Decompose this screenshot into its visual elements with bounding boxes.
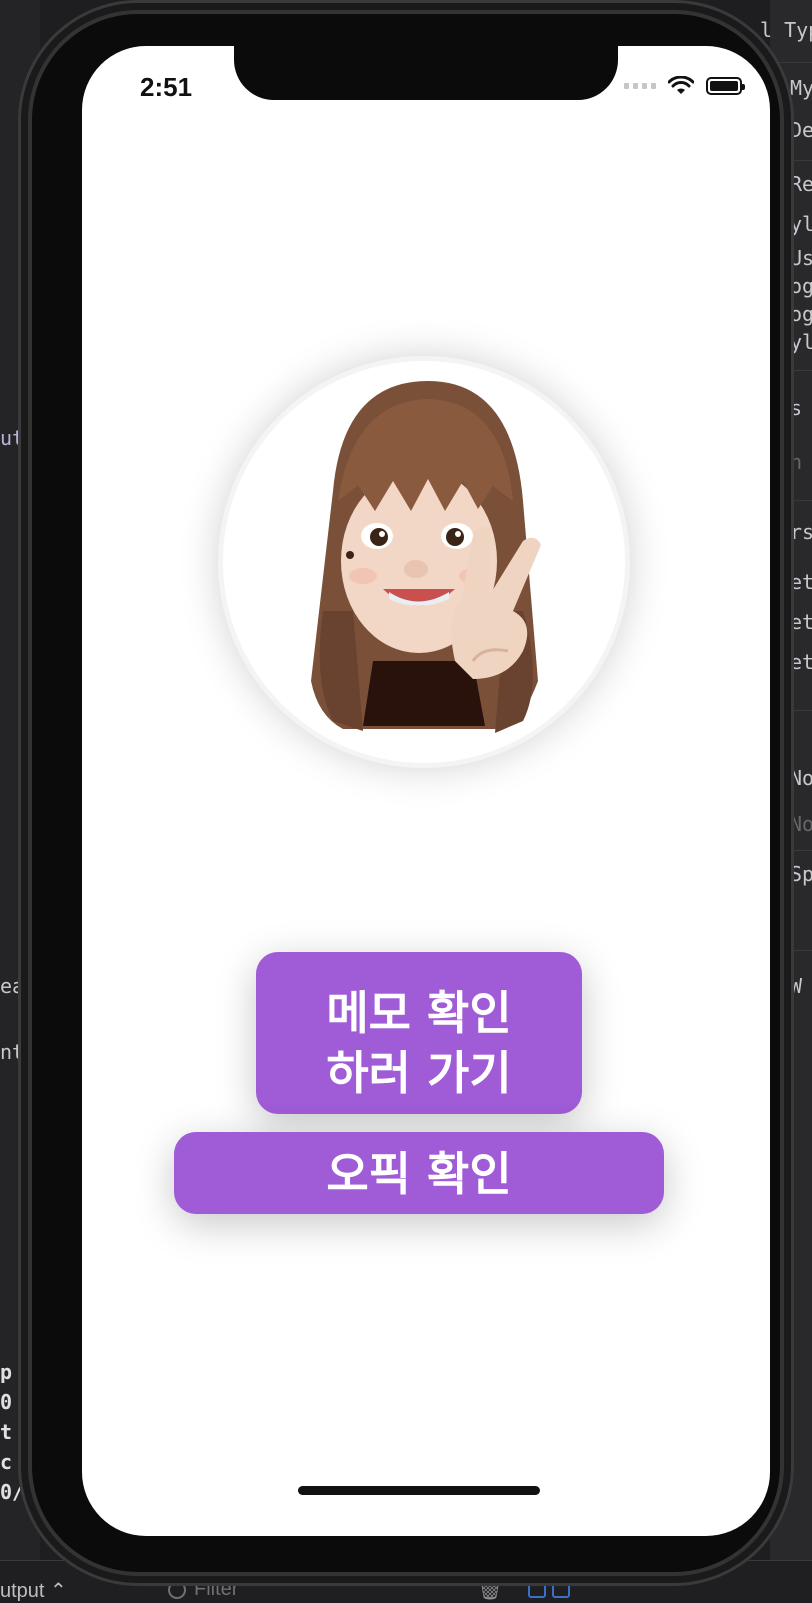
status-time: 2:51: [140, 72, 193, 102]
memoji-avatar: [218, 356, 630, 768]
wifi-icon: [668, 76, 694, 94]
bg-fragment: My: [790, 76, 812, 100]
memo-button-line1: 메모 확인: [326, 985, 512, 1040]
notch: [234, 46, 618, 100]
bg-fragment: 0: [0, 1390, 13, 1414]
opic-check-button[interactable]: 오픽 확인: [174, 1132, 664, 1214]
iphone-frame: 2:51 메모 확인 하러 가기 오픽 확인: [18, 0, 794, 1586]
memo-button-line2: 하러 가기: [326, 1045, 512, 1100]
signal-icon: [624, 83, 656, 89]
memo-check-button[interactable]: 메모 확인 하러 가기: [256, 952, 582, 1114]
bg-fragment: p: [0, 1360, 13, 1384]
bg-fragment: l Typ: [760, 18, 812, 42]
app-screen: 2:51 메모 확인 하러 가기 오픽 확인: [82, 46, 770, 1536]
battery-icon: [706, 77, 745, 95]
memoji-image: [311, 381, 541, 733]
output-selector[interactable]: utput ⌃: [0, 1578, 67, 1603]
status-icons: [624, 76, 745, 96]
bg-fragment: c: [0, 1450, 13, 1474]
bg-fragment: t: [0, 1420, 13, 1444]
home-indicator[interactable]: [298, 1486, 540, 1495]
